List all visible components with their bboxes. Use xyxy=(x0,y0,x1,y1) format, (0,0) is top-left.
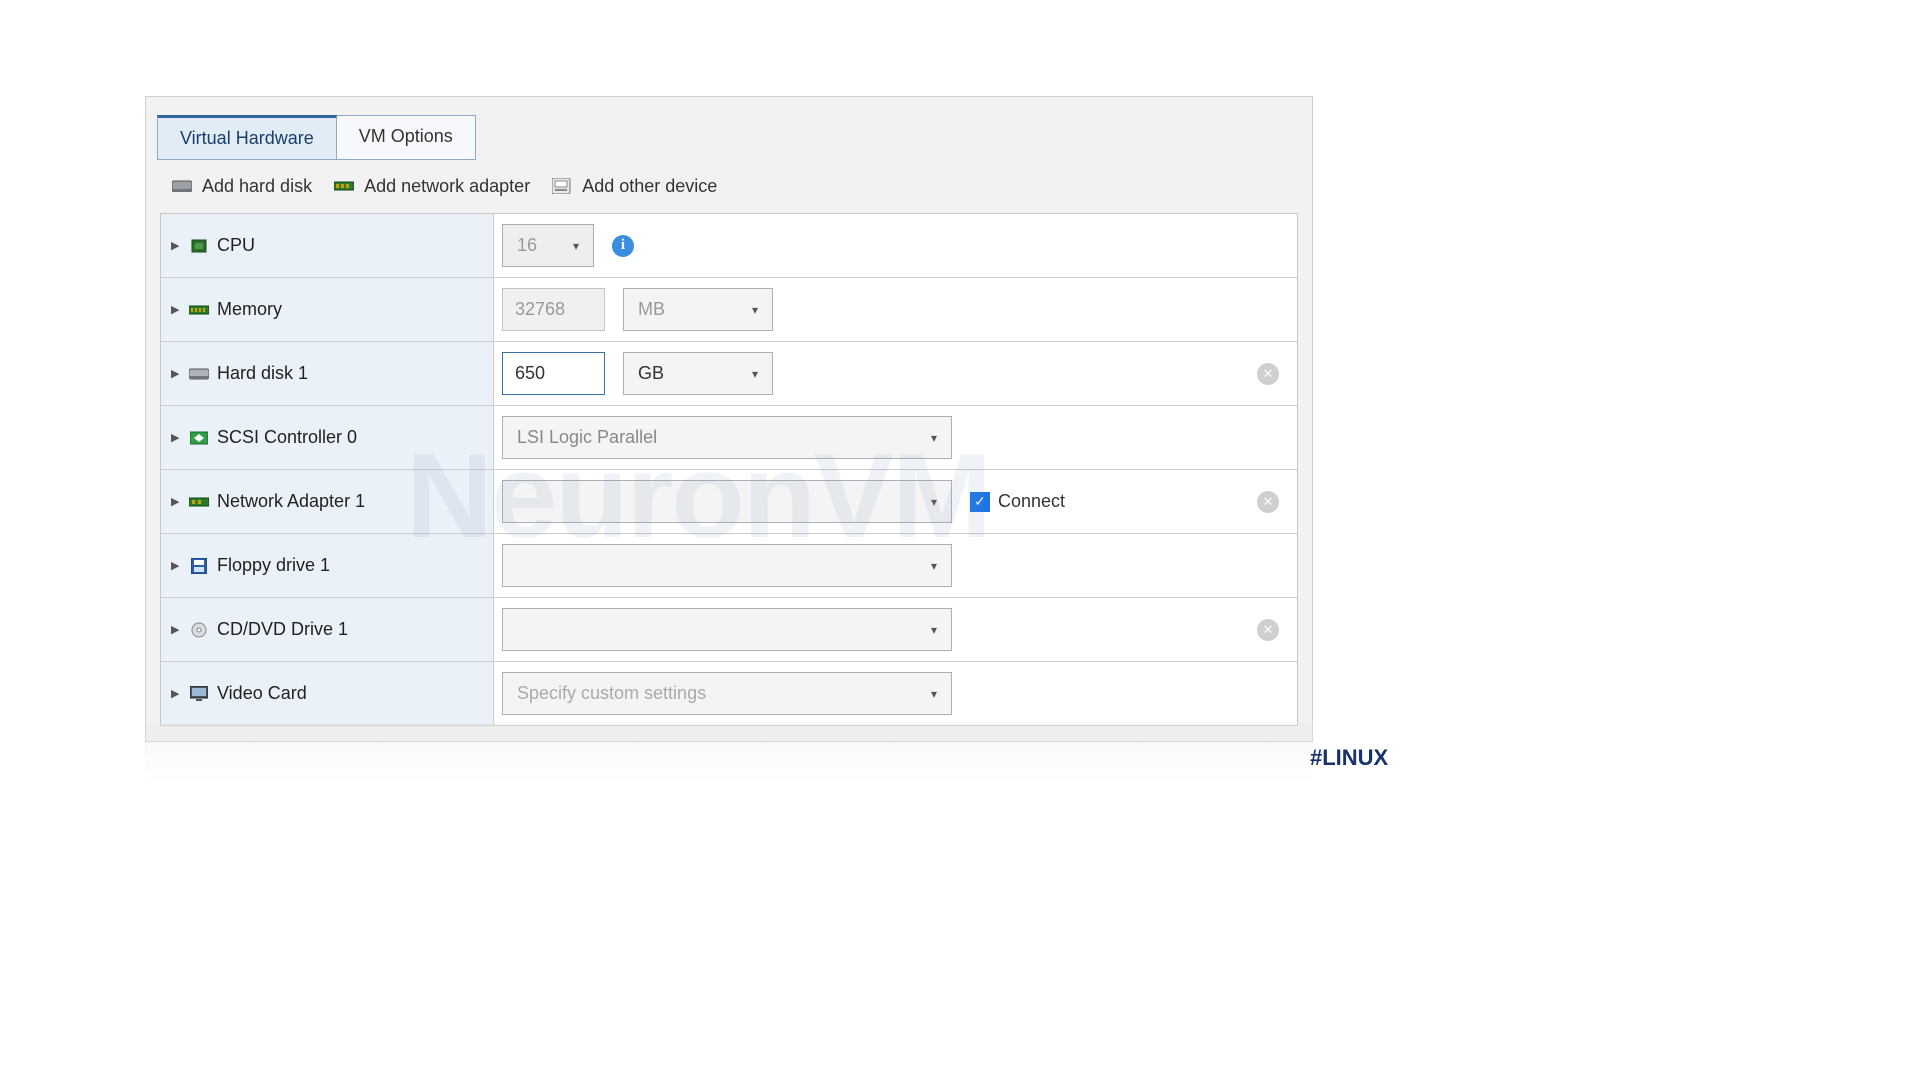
row-floppy-label: Floppy drive 1 xyxy=(217,555,330,576)
row-video-label-cell[interactable]: ▶ Video Card xyxy=(161,662,494,725)
row-scsi-label-cell[interactable]: ▶ SCSI Controller 0 xyxy=(161,406,494,469)
panel-reflection xyxy=(145,723,1313,783)
scsi-type-value: LSI Logic Parallel xyxy=(517,427,657,448)
network-connect-label: Connect xyxy=(998,491,1065,512)
row-memory-controls: MB ▾ xyxy=(494,278,1297,341)
row-cpu-controls: 16 ▾ i xyxy=(494,214,1297,277)
cpu-count-value: 16 xyxy=(517,235,537,256)
chevron-down-icon: ▾ xyxy=(931,687,937,701)
add-network-adapter-label: Add network adapter xyxy=(364,176,530,197)
memory-icon xyxy=(189,301,209,319)
chevron-right-icon: ▶ xyxy=(171,239,181,252)
checkbox-checked-icon: ✓ xyxy=(970,492,990,512)
hard-disk-unit-value: GB xyxy=(638,363,664,384)
row-floppy: ▶ Floppy drive 1 ▾ xyxy=(161,534,1297,598)
chevron-down-icon: ▾ xyxy=(931,623,937,637)
row-hard-disk-label-cell[interactable]: ▶ Hard disk 1 xyxy=(161,342,494,405)
cpu-icon xyxy=(189,237,209,255)
remove-network-button[interactable]: ✕ xyxy=(1257,491,1279,513)
row-network-label: Network Adapter 1 xyxy=(217,491,365,512)
other-device-icon xyxy=(552,178,574,196)
row-scsi: ▶ SCSI Controller 0 LSI Logic Parallel ▾ xyxy=(161,406,1297,470)
hardware-list: ▶ CPU 16 ▾ i ▶ Memory MB xyxy=(160,213,1298,726)
add-other-device-label: Add other device xyxy=(582,176,717,197)
chevron-right-icon: ▶ xyxy=(171,431,181,444)
hard-disk-unit-select[interactable]: GB ▾ xyxy=(623,352,773,395)
memory-unit-value: MB xyxy=(638,299,665,320)
remove-hard-disk-button[interactable]: ✕ xyxy=(1257,363,1279,385)
toolbar: Add hard disk Add network adapter Add ot… xyxy=(146,160,1312,213)
tab-virtual-hardware[interactable]: Virtual Hardware xyxy=(157,115,337,160)
row-hard-disk-label: Hard disk 1 xyxy=(217,363,308,384)
row-cpu-label-cell[interactable]: ▶ CPU xyxy=(161,214,494,277)
chevron-down-icon: ▾ xyxy=(931,559,937,573)
row-video: ▶ Video Card Specify custom settings ▾ xyxy=(161,662,1297,725)
tabs-bar: Virtual Hardware VM Options xyxy=(146,97,1312,160)
row-memory-label-cell[interactable]: ▶ Memory xyxy=(161,278,494,341)
row-cddvd: ▶ CD/DVD Drive 1 ▾ ✕ xyxy=(161,598,1297,662)
hashtag-label: #LINUX xyxy=(1310,745,1388,771)
add-other-device-button[interactable]: Add other device xyxy=(552,176,717,197)
chevron-right-icon: ▶ xyxy=(171,559,181,572)
chevron-right-icon: ▶ xyxy=(171,303,181,316)
hard-disk-icon xyxy=(189,365,209,383)
row-video-controls: Specify custom settings ▾ xyxy=(494,662,1297,725)
chevron-right-icon: ▶ xyxy=(171,623,181,636)
row-floppy-label-cell[interactable]: ▶ Floppy drive 1 xyxy=(161,534,494,597)
row-network: ▶ Network Adapter 1 ▾ ✓ Connect ✕ xyxy=(161,470,1297,534)
add-hard-disk-label: Add hard disk xyxy=(202,176,312,197)
video-select[interactable]: Specify custom settings ▾ xyxy=(502,672,952,715)
chevron-down-icon: ▾ xyxy=(931,431,937,445)
network-connect-checkbox[interactable]: ✓ Connect xyxy=(970,491,1065,512)
chevron-down-icon: ▾ xyxy=(752,367,758,381)
add-network-adapter-button[interactable]: Add network adapter xyxy=(334,176,530,197)
row-scsi-label: SCSI Controller 0 xyxy=(217,427,357,448)
monitor-icon xyxy=(189,685,209,703)
row-cddvd-label-cell[interactable]: ▶ CD/DVD Drive 1 xyxy=(161,598,494,661)
row-hard-disk-controls: GB ▾ ✕ xyxy=(494,342,1297,405)
network-select[interactable]: ▾ xyxy=(502,480,952,523)
row-cpu: ▶ CPU 16 ▾ i xyxy=(161,214,1297,278)
row-memory-label: Memory xyxy=(217,299,282,320)
row-cpu-label: CPU xyxy=(217,235,255,256)
remove-cddvd-button[interactable]: ✕ xyxy=(1257,619,1279,641)
hard-disk-icon xyxy=(172,178,194,196)
row-floppy-controls: ▾ xyxy=(494,534,1297,597)
network-adapter-icon xyxy=(334,178,356,196)
chevron-right-icon: ▶ xyxy=(171,687,181,700)
row-network-label-cell[interactable]: ▶ Network Adapter 1 xyxy=(161,470,494,533)
row-video-label: Video Card xyxy=(217,683,307,704)
hard-disk-size-input[interactable] xyxy=(502,352,605,395)
chevron-down-icon: ▾ xyxy=(573,239,579,253)
disc-icon xyxy=(189,621,209,639)
network-adapter-icon xyxy=(189,493,209,511)
add-hard-disk-button[interactable]: Add hard disk xyxy=(172,176,312,197)
chevron-right-icon: ▶ xyxy=(171,367,181,380)
scsi-controller-icon xyxy=(189,429,209,447)
row-scsi-controls: LSI Logic Parallel ▾ xyxy=(494,406,1297,469)
vm-settings-panel: Virtual Hardware VM Options Add hard dis… xyxy=(145,96,1313,742)
row-hard-disk: ▶ Hard disk 1 GB ▾ ✕ xyxy=(161,342,1297,406)
row-memory: ▶ Memory MB ▾ xyxy=(161,278,1297,342)
chevron-down-icon: ▾ xyxy=(931,495,937,509)
memory-unit-select[interactable]: MB ▾ xyxy=(623,288,773,331)
cpu-count-select[interactable]: 16 ▾ xyxy=(502,224,594,267)
row-network-controls: ▾ ✓ Connect ✕ xyxy=(494,470,1297,533)
row-cddvd-controls: ▾ ✕ xyxy=(494,598,1297,661)
floppy-select[interactable]: ▾ xyxy=(502,544,952,587)
cddvd-select[interactable]: ▾ xyxy=(502,608,952,651)
tab-vm-options[interactable]: VM Options xyxy=(337,115,476,160)
info-icon[interactable]: i xyxy=(612,235,634,257)
scsi-type-select[interactable]: LSI Logic Parallel ▾ xyxy=(502,416,952,459)
memory-size-input[interactable] xyxy=(502,288,605,331)
row-cddvd-label: CD/DVD Drive 1 xyxy=(217,619,348,640)
floppy-icon xyxy=(189,557,209,575)
video-placeholder: Specify custom settings xyxy=(517,683,706,704)
chevron-right-icon: ▶ xyxy=(171,495,181,508)
chevron-down-icon: ▾ xyxy=(752,303,758,317)
